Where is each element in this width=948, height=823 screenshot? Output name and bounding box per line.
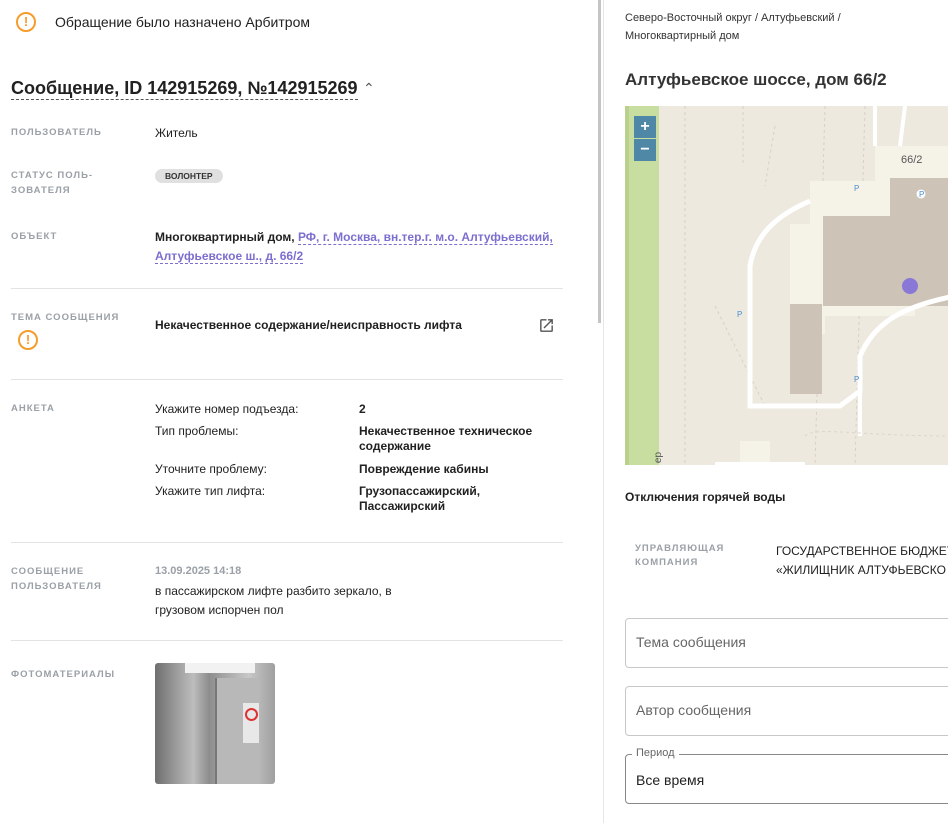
object-type: Многоквартирный дом, bbox=[155, 230, 295, 244]
management-label-line1: УПРАВЛЯЮЩАЯ bbox=[635, 543, 725, 554]
banner-text: Обращение было назначено Арбитром bbox=[55, 14, 310, 30]
user-status-label-line2: ЗОВАТЕЛЯ bbox=[11, 185, 71, 196]
breadcrumb-line2[interactable]: Многоквартирный дом bbox=[625, 30, 739, 42]
author-placeholder: Автор сообщения bbox=[636, 702, 752, 718]
user-status-label: СТАТУС ПОЛЬ- ЗОВАТЕЛЯ bbox=[11, 168, 93, 198]
topic-placeholder: Тема сообщения bbox=[636, 634, 746, 650]
chevron-up-icon[interactable]: ⌃ bbox=[363, 80, 375, 97]
management-value: ГОСУДАРСТВЕННОЕ БЮДЖЕТ «ЖИЛИЩНИК АЛТУФЬЕ… bbox=[776, 542, 948, 580]
user-message-label-line1: СООБЩЕНИЕ bbox=[11, 566, 85, 577]
survey-answer: 2 bbox=[359, 402, 366, 416]
message-panel: ! Обращение было назначено Арбитром Сооб… bbox=[0, 0, 600, 823]
arbiter-banner: ! Обращение было назначено Арбитром bbox=[16, 12, 310, 32]
breadcrumb-line1[interactable]: Северо-Восточный округ / Алтуфьевский / bbox=[625, 12, 841, 24]
survey-answer: Некачественное техническое содержание bbox=[359, 424, 533, 453]
street-label: ер bbox=[653, 451, 665, 464]
user-value: Житель bbox=[155, 126, 198, 140]
period-label: Период bbox=[632, 747, 679, 759]
management-label: УПРАВЛЯЮЩАЯ КОМПАНИЯ bbox=[635, 542, 735, 570]
photo-ceiling-light bbox=[185, 663, 255, 673]
parking-icon: P bbox=[737, 310, 743, 319]
divider bbox=[11, 542, 563, 543]
user-message-label: СООБЩЕНИЕ ПОЛЬЗОВАТЕЛЯ bbox=[11, 564, 102, 594]
photo-notice-mark bbox=[245, 708, 258, 721]
user-status-label-line1: СТАТУС ПОЛЬ- bbox=[11, 170, 94, 181]
management-label-line2: КОМПАНИЯ bbox=[635, 557, 699, 568]
photo-thumbnail[interactable] bbox=[155, 663, 275, 784]
scrollbar-thumb[interactable] bbox=[598, 0, 601, 323]
warning-icon: ! bbox=[16, 12, 36, 32]
divider bbox=[11, 288, 563, 289]
object-address-link-1[interactable]: РФ, г. Москва, вн.тер.г. м.о. Алтуфьевск… bbox=[297, 230, 553, 245]
address-title: Алтуфьевское шоссе, дом 66/2 bbox=[625, 70, 887, 89]
topic-warning-icon: ! bbox=[18, 330, 38, 350]
divider bbox=[11, 640, 563, 641]
breadcrumb: Северо-Восточный округ / Алтуфьевский / … bbox=[625, 9, 945, 45]
map[interactable]: + − 66/2 P P P P ер bbox=[625, 106, 948, 465]
message-text: в пассажирском лифте разбито зеркало, в … bbox=[155, 584, 392, 617]
survey-question: Тип проблемы: bbox=[155, 424, 239, 438]
topic-input[interactable]: Тема сообщения bbox=[625, 618, 948, 668]
survey-answer: Грузопассажирский, Пассажирский bbox=[359, 484, 481, 513]
parking-icon: P bbox=[919, 190, 925, 199]
status-badge: ВОЛОНТЕР bbox=[155, 169, 223, 183]
survey-question: Уточните проблему: bbox=[155, 462, 267, 476]
building-number-label: 66/2 bbox=[901, 154, 923, 166]
period-select[interactable]: Период Все время bbox=[625, 747, 948, 804]
user-message-label-line2: ПОЛЬЗОВАТЕЛЯ bbox=[11, 581, 102, 592]
management-value-line2: «ЖИЛИЩНИК АЛТУФЬЕВСКО bbox=[776, 563, 946, 577]
parking-icon: P bbox=[854, 375, 860, 384]
user-label: ПОЛЬЗОВАТЕЛЬ bbox=[11, 127, 102, 138]
divider bbox=[11, 379, 563, 380]
period-value: Все время bbox=[636, 772, 705, 788]
photos-label: ФОТОМАТЕРИАЛЫ bbox=[11, 669, 116, 680]
object-label: ОБЪЕКТ bbox=[11, 231, 58, 242]
object-value: Многоквартирный дом, РФ, г. Москва, вн.т… bbox=[155, 228, 555, 266]
survey-question: Укажите номер подъезда: bbox=[155, 402, 299, 416]
topic-value: Некачественное содержание/неисправность … bbox=[155, 318, 462, 332]
hot-water-title: Отключения горячей воды bbox=[625, 490, 786, 504]
survey-label: АНКЕТА bbox=[11, 403, 55, 414]
parking-icon: P bbox=[854, 184, 860, 193]
map-canvas bbox=[625, 106, 948, 465]
message-date: 13.09.2025 14:18 bbox=[155, 565, 242, 577]
zoom-in-button[interactable]: + bbox=[634, 116, 656, 138]
object-panel: Северо-Восточный округ / Алтуфьевский / … bbox=[604, 0, 948, 823]
author-input[interactable]: Автор сообщения bbox=[625, 686, 948, 736]
message-title[interactable]: Сообщение, ID 142915269, №142915269 bbox=[11, 77, 358, 100]
management-value-line1: ГОСУДАРСТВЕННОЕ БЮДЖЕТ bbox=[776, 544, 948, 558]
object-address-link-2[interactable]: Алтуфьевское ш., д. 66/2 bbox=[155, 249, 304, 264]
survey-answer: Повреждение кабины bbox=[359, 462, 489, 476]
open-external-icon[interactable] bbox=[538, 317, 555, 334]
survey-question: Укажите тип лифта: bbox=[155, 484, 266, 498]
zoom-out-button[interactable]: − bbox=[634, 139, 656, 161]
topic-label: ТЕМА СООБЩЕНИЯ bbox=[11, 312, 120, 323]
